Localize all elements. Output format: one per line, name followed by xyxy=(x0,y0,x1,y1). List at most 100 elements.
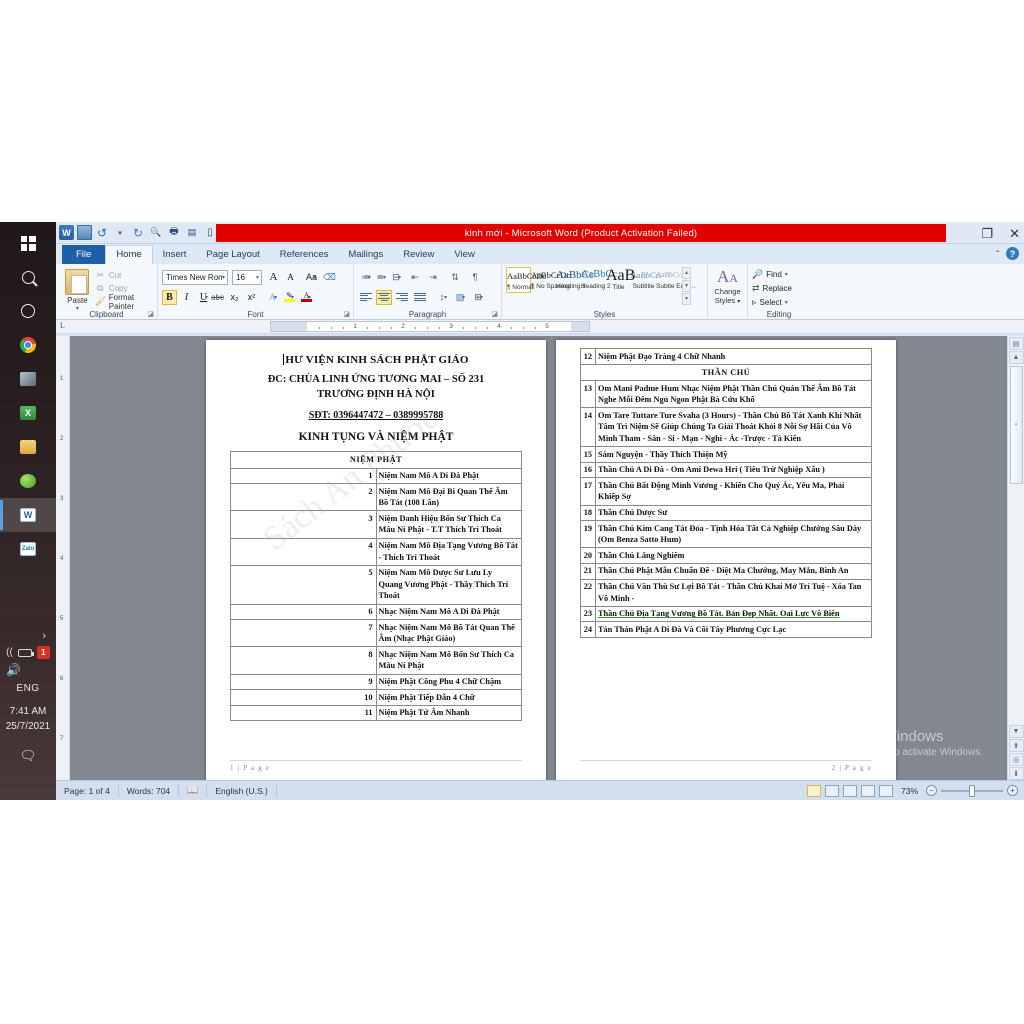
tab-mailings[interactable]: Mailings xyxy=(338,246,393,264)
numbering-dropdown-icon[interactable]: ▾ xyxy=(383,274,386,281)
tab-page-layout[interactable]: Page Layout xyxy=(196,246,269,264)
vertical-scrollbar[interactable]: ▤ ▲ ▪ ▼ ⬆ ◎ ⬇ xyxy=(1007,336,1024,780)
style-subtle-emphasis[interactable]: AaBbCcDa Subtle Emp… xyxy=(656,267,696,291)
highlight-dropdown-icon[interactable]: ▾ xyxy=(291,294,294,301)
italic-button[interactable]: I xyxy=(179,290,194,305)
language-indicator[interactable]: ENG xyxy=(0,683,56,694)
table-row[interactable]: 21 Thần Chú Phật Mẫu Chuẩn Đề - Diệt Ma C… xyxy=(580,562,872,580)
file-explorer-icon[interactable] xyxy=(0,430,56,464)
table-row[interactable]: 19 Thần Chú Kim Cang Tát Đỏa - Tịnh Hóa T… xyxy=(580,520,872,549)
subscript-button[interactable]: x₂ xyxy=(227,290,242,305)
view-outline-button[interactable] xyxy=(860,784,875,797)
line-spacing-dropdown-icon[interactable]: ▾ xyxy=(444,294,447,301)
action-center-icon[interactable]: 🗨 xyxy=(0,748,56,764)
table-row[interactable]: 10 Niệm Phật Tiếp Dẫn 4 Chữ xyxy=(230,689,522,706)
clock-date[interactable]: 25/7/2021 xyxy=(0,719,56,734)
style-normal[interactable]: AaBbCcDc ¶ Normal xyxy=(506,267,546,293)
style-title[interactable]: AaB Title xyxy=(606,267,635,292)
tray-expand-row[interactable]: › xyxy=(0,630,56,642)
niem-phat-table[interactable]: NIỆM PHẬT 1 Niệm Nam Mô A Di Đà Phật 2 Niệ… xyxy=(230,451,522,722)
chevron-right-icon[interactable]: › xyxy=(42,630,46,642)
table-row[interactable]: 7 Nhạc Niệm Nam Mô Bồ Tát Quan Thế Âm (Nh… xyxy=(230,619,522,648)
zoom-slider-thumb[interactable] xyxy=(969,784,975,797)
word-taskbar-icon[interactable]: W xyxy=(0,498,56,532)
language-status[interactable]: English (U.S.) xyxy=(207,784,277,797)
shading-button[interactable]: ▨ xyxy=(452,290,468,305)
tab-view[interactable]: View xyxy=(444,246,484,264)
multilevel-dropdown-icon[interactable]: ▾ xyxy=(398,274,401,281)
table-row[interactable]: 4 Niệm Nam Mô Địa Tạng Vương Bồ Tát - Thí… xyxy=(230,537,522,566)
page-indicator[interactable]: Page: 1 of 4 xyxy=(56,784,119,797)
scroll-thumb[interactable]: ▪ xyxy=(1009,366,1023,484)
gallery-scroll-down-icon[interactable]: ▾ xyxy=(682,280,691,292)
tab-references[interactable]: References xyxy=(270,246,339,264)
horizontal-ruler[interactable]: 1 2 3 4 5 xyxy=(270,321,590,332)
gallery-scroll-up-icon[interactable]: ▴ xyxy=(682,267,691,279)
zoom-level[interactable]: 73% xyxy=(901,786,918,796)
cut-button[interactable]: ✂ Cut xyxy=(95,269,153,282)
close-button[interactable]: ✕ xyxy=(1009,227,1020,240)
redo-icon[interactable]: ↻ xyxy=(130,225,146,241)
superscript-button[interactable]: x² xyxy=(244,290,259,305)
table-row[interactable]: 20 Thần Chú Lăng Nghiêm xyxy=(580,547,872,564)
table-row[interactable]: 13 Om Mani Padme Hum Nhạc Niệm Phật Thần … xyxy=(580,380,872,409)
align-left-button[interactable] xyxy=(358,290,374,305)
paragraph-dialog-launcher[interactable]: ◪ xyxy=(491,310,498,318)
table-row[interactable]: 17 Thần Chú Bất Động Minh Vương - Khiến C… xyxy=(580,477,872,506)
zoom-in-button[interactable]: + xyxy=(1007,785,1018,796)
font-name-dropdown-icon[interactable]: ▾ xyxy=(222,274,225,281)
cortana-icon[interactable] xyxy=(0,294,56,328)
table-row[interactable]: 8 Nhạc Niệm Nam Mô Bổn Sư Thích Ca Mâu Ni… xyxy=(230,646,522,675)
shading-dropdown-icon[interactable]: ▾ xyxy=(462,294,465,301)
select-browse-object-button[interactable]: ◎ xyxy=(1008,753,1024,766)
proofing-status[interactable]: 📖 xyxy=(179,784,208,797)
word-logo-icon[interactable]: W xyxy=(59,225,74,240)
quick-print-icon[interactable]: 🖶 xyxy=(166,225,182,241)
table-row[interactable]: 11 Niệm Phật Tứ Âm Nhanh xyxy=(230,704,522,722)
increase-indent-button[interactable]: ⇥ xyxy=(425,270,441,285)
view-print-layout-button[interactable] xyxy=(806,784,821,797)
table-row[interactable]: 15 Sám Nguyện - Thầy Thích Thiện Mỹ xyxy=(580,446,872,463)
table-row[interactable]: 2 Niệm Nam Mô Đại Bi Quan Thế Âm Bồ Tát (… xyxy=(230,483,522,512)
styles-gallery-scroll[interactable]: ▴ ▾ ▾ xyxy=(682,267,691,305)
text-effects-dropdown-icon[interactable]: ▾ xyxy=(274,294,277,301)
line-spacing-button[interactable]: ↕ xyxy=(434,290,450,305)
table-row[interactable]: 22 Thần Chú Văn Thù Sư Lợi Bồ Tát - Thần … xyxy=(580,578,872,607)
table-row[interactable]: 14 Om Tare Tuttare Ture Svaha (3 Hours) -… xyxy=(580,407,872,448)
zoom-slider[interactable] xyxy=(941,784,1003,797)
unikey-icon[interactable] xyxy=(0,362,56,396)
tab-home[interactable]: Home xyxy=(105,245,153,264)
align-right-button[interactable] xyxy=(394,290,410,305)
collapse-ribbon-icon[interactable]: ⌃ xyxy=(994,249,1001,258)
scroll-up-button[interactable]: ▲ xyxy=(1008,351,1024,364)
tab-stop-selector[interactable]: L xyxy=(60,321,65,330)
underline-dropdown-icon[interactable]: ▾ xyxy=(205,294,208,301)
font-name-input[interactable]: Times New Ron xyxy=(162,269,228,285)
grow-font-button[interactable]: A xyxy=(266,270,281,285)
show-formatting-marks-button[interactable]: ¶ xyxy=(467,270,483,285)
format-painter-button[interactable]: 🖌 Format Painter xyxy=(95,293,153,311)
style-heading-1[interactable]: AaBbCс Heading 1 xyxy=(556,267,594,291)
highlight-button[interactable]: ✎ xyxy=(282,290,297,305)
strikethrough-button[interactable]: abc xyxy=(210,290,225,305)
table-row[interactable]: 12 Niệm Phật Đạo Tràng 4 Chữ Nhanh xyxy=(580,348,872,365)
change-case-button[interactable]: Aa xyxy=(304,270,319,285)
table-row[interactable]: 6 Nhạc Niệm Nam Mô A Di Đà Phật xyxy=(230,603,522,621)
multilevel-list-button[interactable]: ⊟ xyxy=(388,270,404,285)
undo-icon[interactable]: ↺ xyxy=(94,225,110,241)
document-canvas[interactable]: 123 456 7 Sách An Phước HƯ VIỆN KINH SÁC… xyxy=(56,336,1007,780)
shrink-font-button[interactable]: A xyxy=(283,270,298,285)
word-count[interactable]: Words: 704 xyxy=(119,784,180,797)
view-full-screen-reading-button[interactable] xyxy=(824,784,839,797)
start-button[interactable] xyxy=(0,226,56,260)
tab-insert[interactable]: Insert xyxy=(153,246,197,264)
volume-icon[interactable]: 🔊 xyxy=(0,663,56,677)
table-row[interactable]: 1 Niệm Nam Mô A Di Đà Phật xyxy=(230,467,522,485)
decrease-indent-button[interactable]: ⇤ xyxy=(407,270,423,285)
print-preview-icon[interactable]: 🔍 xyxy=(148,225,164,241)
bold-button[interactable]: B xyxy=(162,289,177,305)
next-page-button[interactable]: ⬇ xyxy=(1008,767,1024,780)
excel-icon[interactable]: X xyxy=(0,396,56,430)
table-row[interactable]: 5 Niệm Nam Mô Dược Sư Lưu Ly Quang Vương … xyxy=(230,564,522,605)
zoom-out-button[interactable]: − xyxy=(926,785,937,796)
